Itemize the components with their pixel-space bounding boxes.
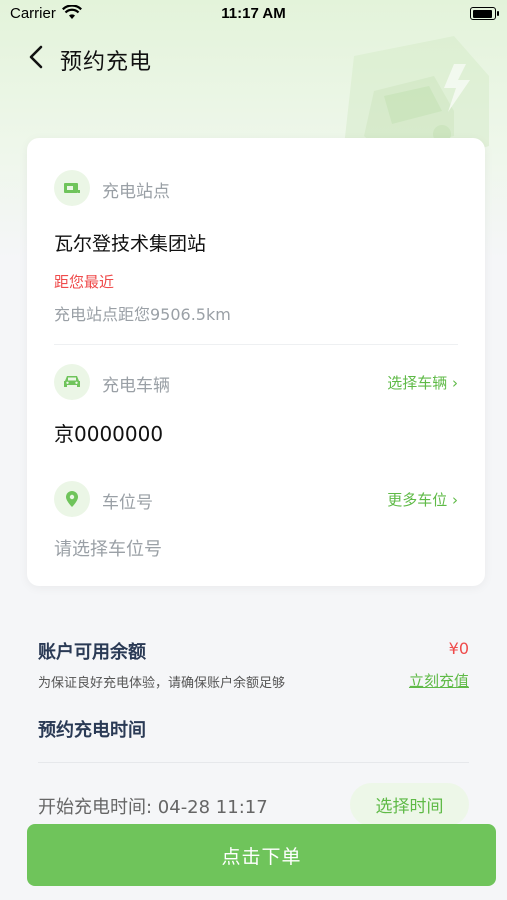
reservation-time-title: 预约充电时间 (38, 720, 146, 741)
navigation-bar: 预约充电 (0, 36, 507, 80)
recharge-link[interactable]: 立刻充值 (409, 670, 469, 691)
status-time: 11:17 AM (221, 5, 286, 22)
balance-amount: ¥0 (448, 639, 469, 658)
location-pin-icon (54, 481, 90, 517)
select-vehicle-label: 选择车辆 (387, 374, 448, 392)
station-label: 充电站点 (102, 182, 170, 202)
station-row: 充电站点 (54, 170, 458, 206)
start-time-text: 开始充电时间: 04-28 11:17 (38, 797, 268, 818)
parking-row: 车位号 更多车位 › (54, 481, 458, 517)
vehicle-label: 充电车辆 (102, 376, 170, 396)
battery-icon (470, 7, 499, 20)
more-spaces-link[interactable]: 更多车位 › (387, 489, 458, 510)
station-name: 瓦尔登技术集团站 (54, 233, 207, 255)
more-spaces-label: 更多车位 (387, 491, 448, 509)
section-divider (38, 762, 469, 763)
select-time-button[interactable]: 选择时间 (350, 783, 469, 826)
status-bar: Carrier 11:17 AM (0, 0, 507, 28)
vehicle-row: 充电车辆 选择车辆 › (54, 364, 458, 400)
parking-space-selector[interactable]: 请选择车位号 (54, 535, 162, 561)
chevron-right-icon: › (452, 374, 458, 392)
back-arrow-icon[interactable] (24, 44, 50, 70)
car-icon (54, 364, 90, 400)
page-title: 预约充电 (60, 50, 153, 75)
reservation-card: 充电站点 瓦尔登技术集团站 距您最近 充电站点距您9506.5km 充电车辆 选… (27, 138, 485, 586)
card-divider (54, 344, 458, 345)
station-icon (54, 170, 90, 206)
balance-hint: 为保证良好充电体验，请确保账户余额足够 (38, 676, 286, 691)
submit-order-button[interactable]: 点击下单 (27, 824, 496, 886)
chevron-right-icon: › (452, 491, 458, 509)
license-plate: 京0000000 (54, 422, 164, 446)
select-vehicle-link[interactable]: 选择车辆 › (387, 372, 458, 393)
balance-title: 账户可用余额 (38, 642, 146, 663)
station-distance: 充电站点距您9506.5km (54, 305, 231, 324)
nearest-tag: 距您最近 (54, 273, 115, 291)
parking-label: 车位号 (102, 493, 153, 513)
